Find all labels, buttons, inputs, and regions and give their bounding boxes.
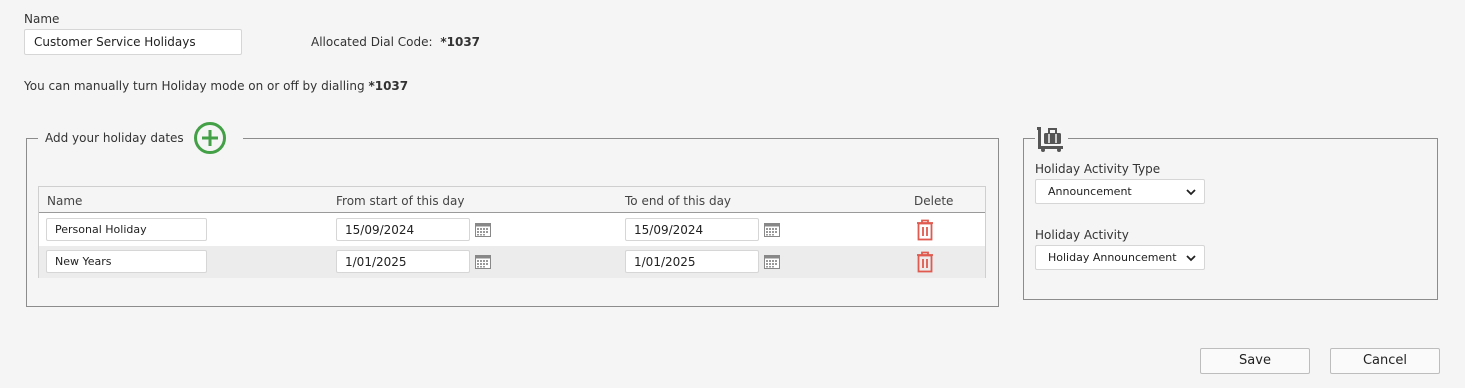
activity-select[interactable]: Holiday Announcement [1035,245,1205,270]
holiday-dates-legend: Add your holiday dates [45,131,184,145]
manual-toggle-text: You can manually turn Holiday mode on or… [24,79,365,93]
dial-code-label: Allocated Dial Code: [311,35,433,49]
calendar-icon[interactable] [475,255,491,269]
calendar-icon[interactable] [764,255,780,269]
plus-circle-icon [194,122,226,154]
trash-icon[interactable] [915,251,935,273]
manual-toggle-code: *1037 [368,79,409,93]
holiday-dates-table: Name From start of this day To end of th… [38,186,986,278]
holiday-name-input[interactable] [46,218,207,241]
table-row [39,246,985,278]
cancel-button[interactable]: Cancel [1330,348,1440,374]
manual-toggle-note: You can manually turn Holiday mode on or… [24,79,408,93]
from-date-input[interactable] [336,218,470,241]
trash-icon[interactable] [915,219,935,241]
activity-type-value: Announcement [1048,185,1132,198]
activity-value: Holiday Announcement [1048,251,1177,264]
to-date-input[interactable] [625,250,759,273]
dial-code-value: *1037 [440,35,481,49]
column-header-to: To end of this day [625,194,732,208]
column-header-from: From start of this day [336,194,465,208]
chevron-down-icon [1186,255,1196,262]
add-holiday-button[interactable] [193,121,227,155]
save-button[interactable]: Save [1200,348,1310,374]
chevron-down-icon [1186,189,1196,196]
luggage-cart-icon [1037,127,1063,152]
table-row [39,214,985,246]
column-header-delete: Delete [914,194,954,208]
calendar-icon[interactable] [475,223,491,237]
name-label: Name [24,12,60,26]
activity-label: Holiday Activity [1035,228,1129,242]
calendar-icon[interactable] [764,223,780,237]
holiday-name-input[interactable] [46,250,207,273]
table-header: Name From start of this day To end of th… [39,187,985,213]
activity-type-label: Holiday Activity Type [1035,162,1161,176]
dial-code-display: Allocated Dial Code: *1037 [311,35,480,49]
name-input[interactable] [24,29,242,55]
from-date-input[interactable] [336,250,470,273]
activity-type-select[interactable]: Announcement [1035,179,1205,204]
column-header-name: Name [47,194,83,208]
to-date-input[interactable] [625,218,759,241]
